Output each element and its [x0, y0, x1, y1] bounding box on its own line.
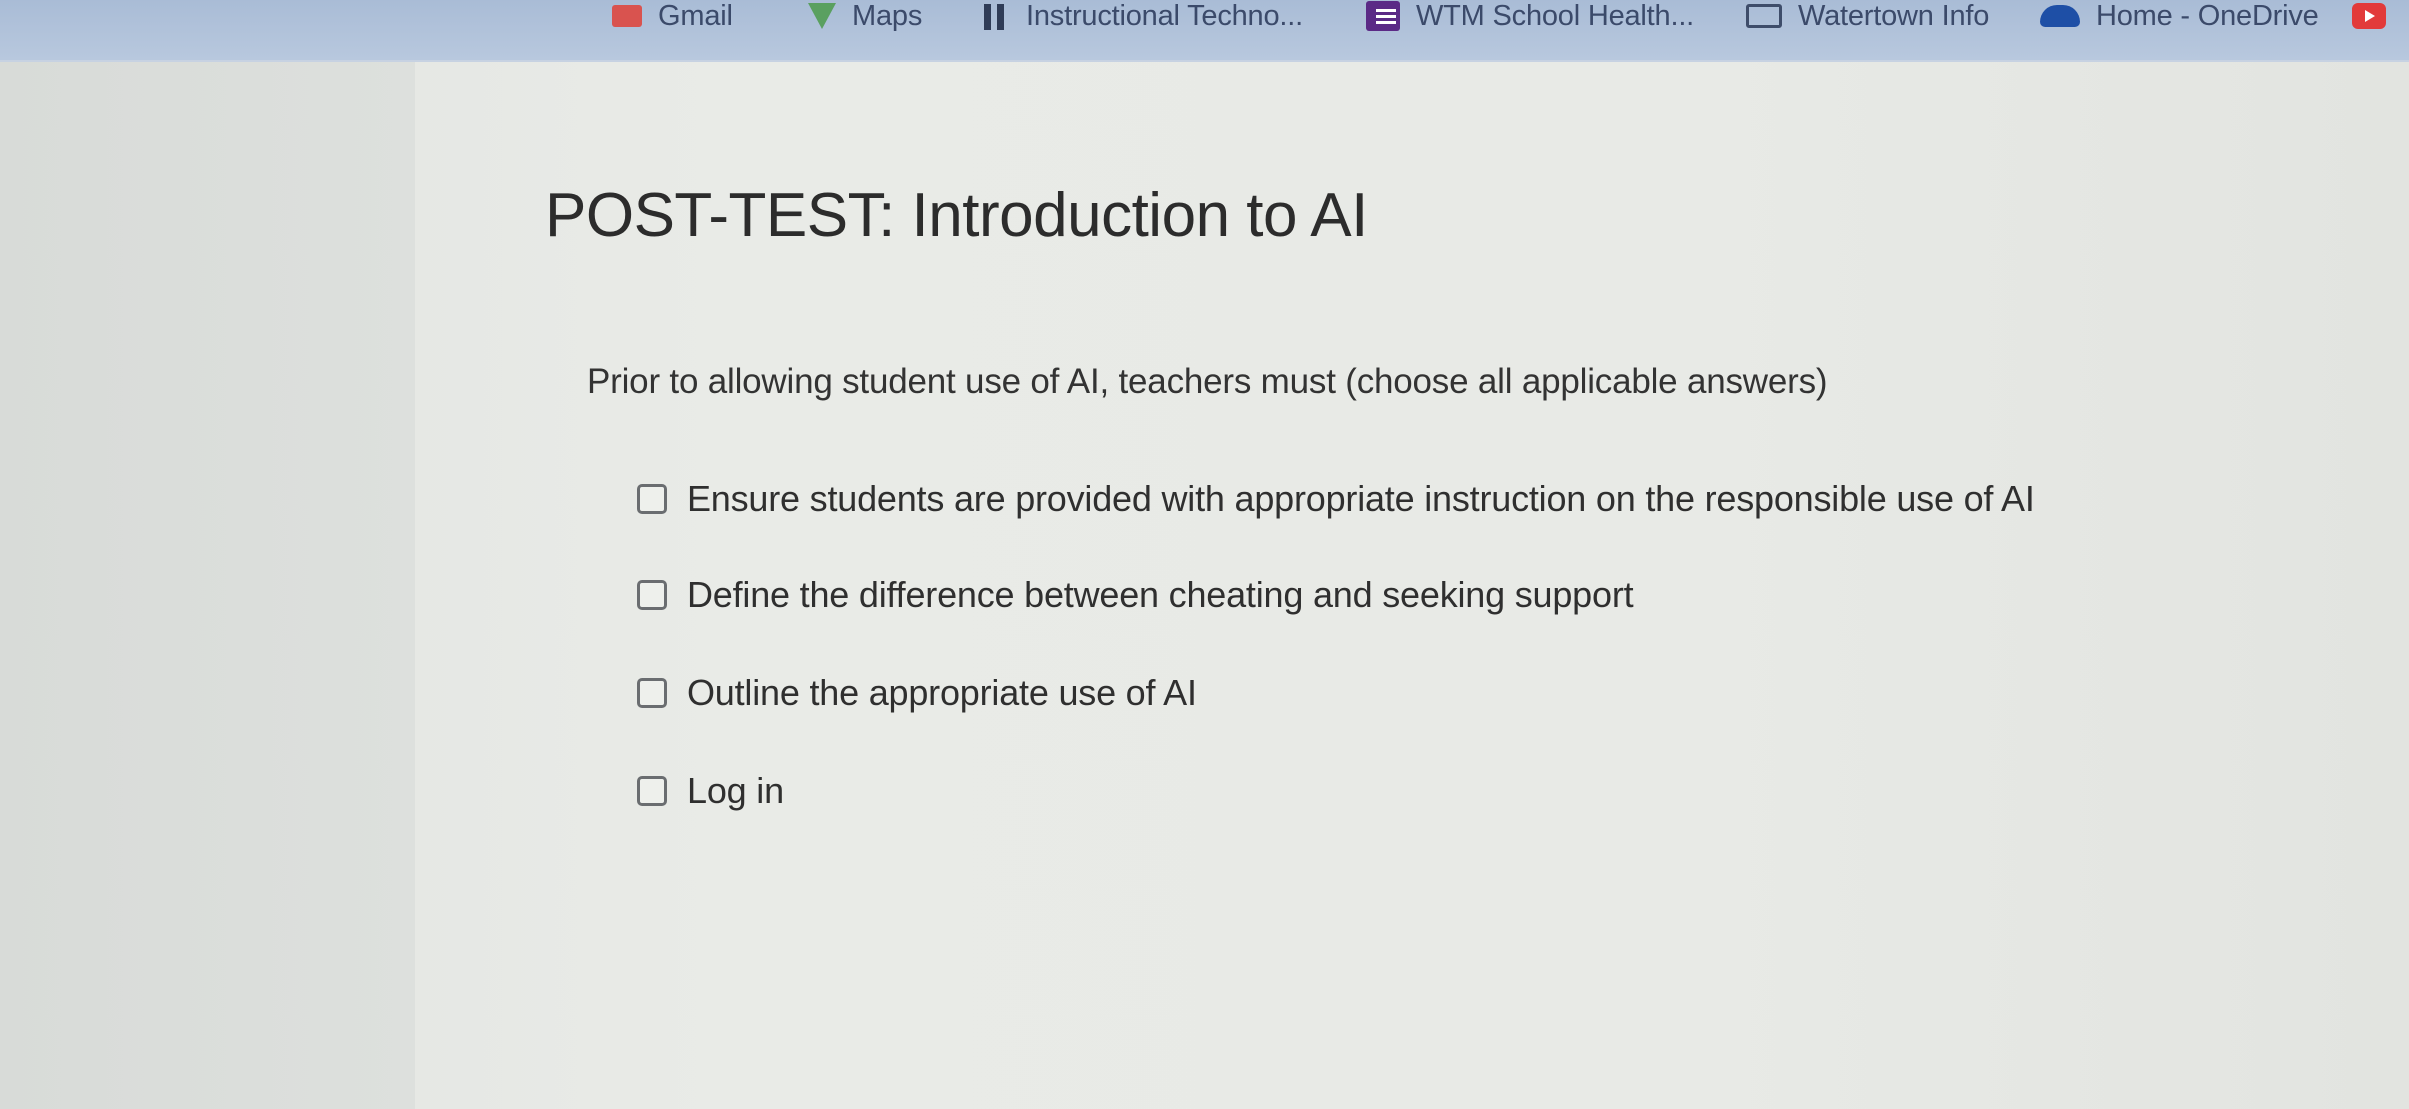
maps-icon	[808, 3, 836, 29]
bookmark-label: WTM School Health...	[1416, 0, 1695, 32]
answer-option-responsible-use[interactable]: Ensure students are provided with approp…	[637, 478, 2035, 520]
checkbox-log-in[interactable]	[637, 776, 667, 806]
bookmark-label: Watertown Info	[1798, 0, 1990, 32]
bookmarks-bar: Gmail Maps Instructional Techno... WTM S…	[0, 0, 2409, 62]
bookmark-label: Instructional Techno...	[1026, 0, 1303, 32]
option-label: Define the difference between cheating a…	[687, 574, 1634, 615]
bookmark-home-onedrive[interactable]: Home - OneDrive	[2040, 0, 2319, 38]
page-title: POST-TEST: Introduction to AI	[545, 181, 1368, 250]
answer-option-log-in[interactable]: Log in	[637, 770, 784, 812]
bookmark-gmail[interactable]: Gmail	[612, 0, 733, 38]
mail-icon	[612, 5, 642, 27]
bookmark-instructional-techno[interactable]: Instructional Techno...	[980, 0, 1303, 38]
checkbox-responsible-use[interactable]	[637, 484, 667, 514]
quiz-page: POST-TEST: Introduction to AI Prior to a…	[0, 62, 2409, 1109]
youtube-icon	[2352, 3, 2386, 29]
option-label: Log in	[687, 770, 784, 811]
onedrive-icon	[2040, 5, 2080, 27]
bookmark-wtm-school-health[interactable]: WTM School Health...	[1366, 0, 1694, 38]
bookmark-label: Maps	[852, 0, 923, 32]
question-text: Prior to allowing student use of AI, tea…	[587, 362, 1828, 401]
bookmark-label: Home - OneDrive	[2096, 0, 2319, 32]
instructional-tech-icon	[980, 2, 1010, 30]
answer-option-cheating-vs-support[interactable]: Define the difference between cheating a…	[637, 574, 1634, 616]
bookmark-label: Gmail	[658, 0, 733, 32]
form-icon	[1366, 1, 1400, 31]
left-margin	[0, 62, 415, 1109]
checkbox-cheating-vs-support[interactable]	[637, 580, 667, 610]
answer-option-appropriate-use[interactable]: Outline the appropriate use of AI	[637, 672, 1197, 714]
folder-icon	[1746, 4, 1782, 28]
option-label: Ensure students are provided with approp…	[687, 478, 2035, 519]
checkbox-appropriate-use[interactable]	[637, 678, 667, 708]
bookmark-watertown-info[interactable]: Watertown Info	[1746, 0, 1989, 38]
bookmark-youtube[interactable]	[2352, 0, 2386, 38]
option-label: Outline the appropriate use of AI	[687, 672, 1197, 713]
bookmark-maps[interactable]: Maps	[808, 0, 922, 38]
